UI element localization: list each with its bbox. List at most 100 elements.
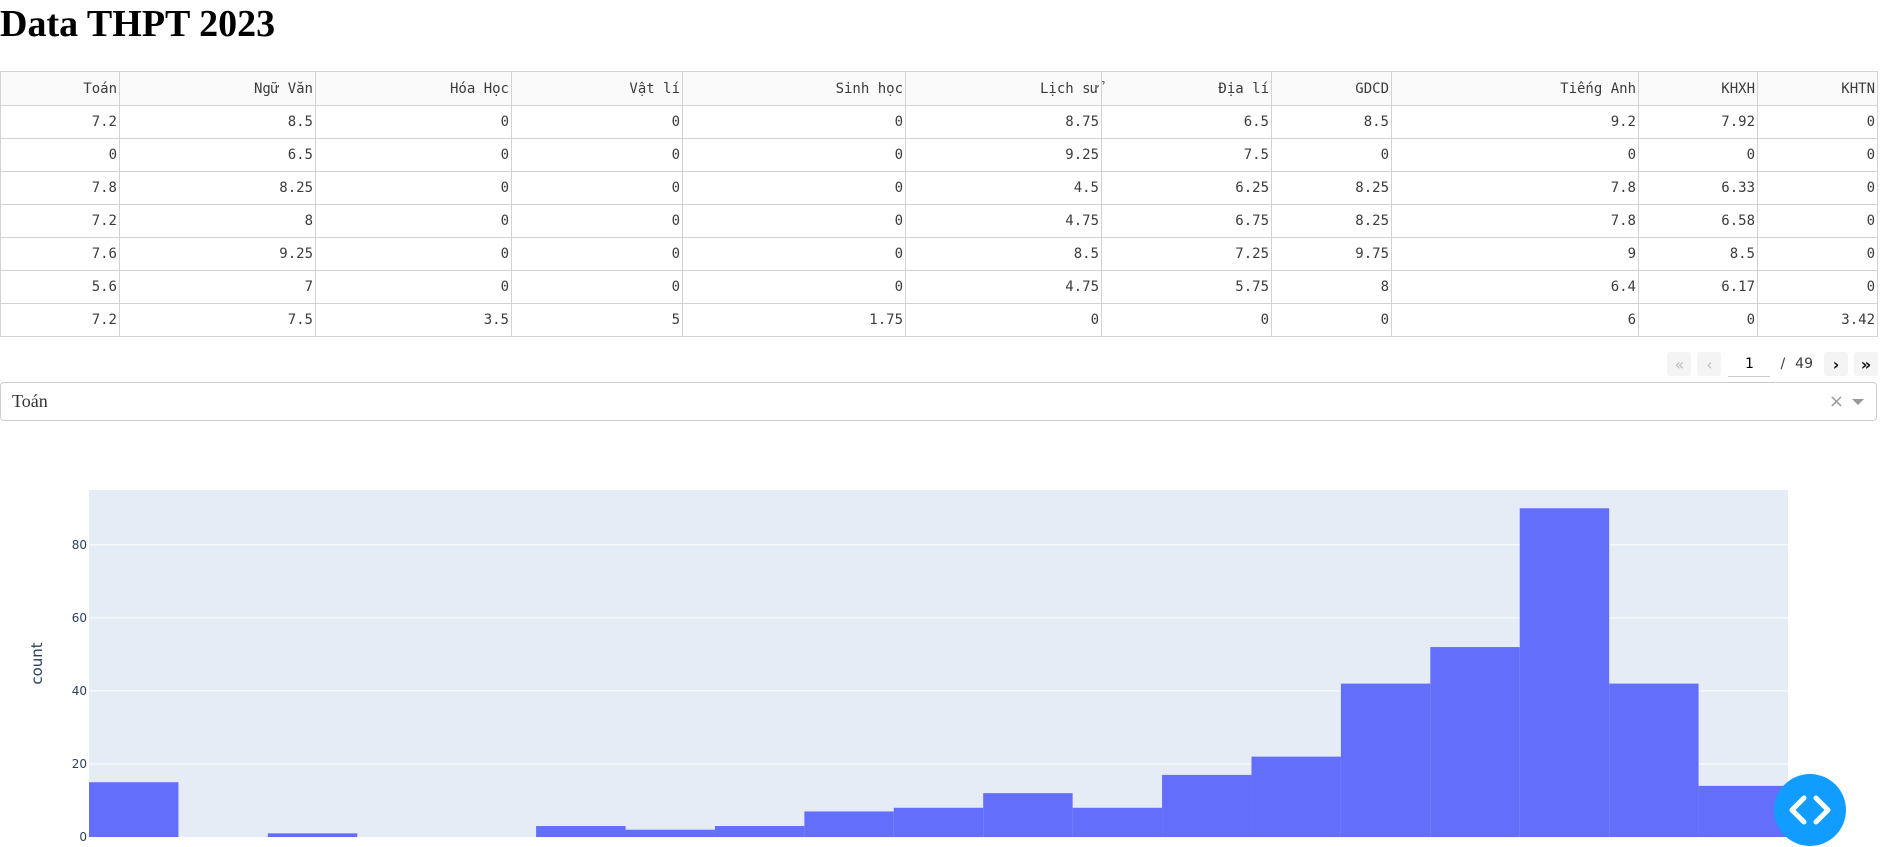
table-cell[interactable]: 0: [1757, 138, 1878, 172]
table-cell[interactable]: 7.92: [1638, 105, 1758, 139]
previous-page-button[interactable]: ‹: [1697, 352, 1722, 376]
table-cell[interactable]: 7.6: [0, 237, 120, 271]
column-header[interactable]: KHTN: [1757, 71, 1878, 106]
histogram-bar[interactable]: [983, 793, 1073, 837]
table-cell[interactable]: 9.75: [1271, 237, 1392, 271]
table-cell[interactable]: 9.25: [119, 237, 316, 271]
column-header[interactable]: Sinh học: [682, 71, 906, 106]
table-cell[interactable]: 6.17: [1638, 270, 1758, 304]
histogram-bar[interactable]: [1340, 683, 1431, 837]
table-cell[interactable]: 8: [1271, 270, 1392, 304]
table-cell[interactable]: 0: [315, 270, 512, 304]
column-header[interactable]: Toán: [0, 71, 120, 106]
table-cell[interactable]: 6.5: [119, 138, 316, 172]
table-cell[interactable]: 0: [1271, 303, 1392, 337]
table-cell[interactable]: 0: [315, 237, 512, 271]
table-cell[interactable]: 6.75: [1101, 204, 1272, 238]
page-number-input[interactable]: [1728, 351, 1771, 377]
histogram-bar[interactable]: [625, 829, 715, 837]
table-cell[interactable]: 0: [682, 204, 906, 238]
code-toggle-button[interactable]: [1774, 774, 1846, 846]
table-cell[interactable]: 8.25: [1271, 204, 1392, 238]
table-cell[interactable]: 0: [0, 138, 120, 172]
table-cell[interactable]: 9.2: [1391, 105, 1639, 139]
column-header[interactable]: Ngữ Văn: [119, 71, 316, 106]
table-cell[interactable]: 0: [315, 105, 512, 139]
table-cell[interactable]: 9: [1391, 237, 1639, 271]
table-cell[interactable]: 0: [905, 303, 1102, 337]
histogram-bar[interactable]: [1251, 756, 1341, 837]
chevron-down-icon[interactable]: [1852, 398, 1864, 405]
table-cell[interactable]: 5.75: [1101, 270, 1272, 304]
table-cell[interactable]: 6.58: [1638, 204, 1758, 238]
table-cell[interactable]: 8.5: [1638, 237, 1758, 271]
histogram-bar[interactable]: [89, 782, 179, 837]
table-cell[interactable]: 3.5: [315, 303, 512, 337]
table-cell[interactable]: 8.5: [119, 105, 316, 139]
table-cell[interactable]: 0: [1757, 105, 1878, 139]
table-cell[interactable]: 0: [511, 138, 683, 172]
table-cell[interactable]: 1.75: [682, 303, 906, 337]
table-cell[interactable]: 7.8: [1391, 171, 1639, 205]
table-cell[interactable]: 0: [511, 270, 683, 304]
table-cell[interactable]: 0: [315, 204, 512, 238]
table-cell[interactable]: 0: [682, 237, 906, 271]
table-cell[interactable]: 7.5: [119, 303, 316, 337]
table-cell[interactable]: 0: [1757, 171, 1878, 205]
table-cell[interactable]: 8.5: [905, 237, 1102, 271]
column-header[interactable]: Lịch sử: [905, 71, 1102, 106]
table-cell[interactable]: 0: [1638, 138, 1758, 172]
table-cell[interactable]: 6: [1391, 303, 1639, 337]
table-cell[interactable]: 7.8: [0, 171, 120, 205]
table-cell[interactable]: 4.5: [905, 171, 1102, 205]
column-header[interactable]: Vật lí: [511, 71, 683, 106]
table-cell[interactable]: 7.5: [1101, 138, 1272, 172]
column-header[interactable]: Địa lí: [1101, 71, 1272, 106]
table-cell[interactable]: 0: [1757, 270, 1878, 304]
next-page-button[interactable]: ›: [1824, 352, 1848, 376]
last-page-button[interactable]: »: [1854, 352, 1878, 376]
column-header[interactable]: Tiếng Anh: [1391, 71, 1639, 106]
table-cell[interactable]: 6.25: [1101, 171, 1272, 205]
table-cell[interactable]: 7.2: [0, 303, 120, 337]
table-cell[interactable]: 3.42: [1757, 303, 1878, 337]
table-cell[interactable]: 0: [511, 105, 683, 139]
histogram-bar[interactable]: [1162, 774, 1252, 837]
histogram-bar[interactable]: [1430, 647, 1520, 837]
table-cell[interactable]: 7.25: [1101, 237, 1272, 271]
table-cell[interactable]: 0: [315, 171, 512, 205]
table-cell[interactable]: 0: [682, 171, 906, 205]
table-cell[interactable]: 6.5: [1101, 105, 1272, 139]
table-cell[interactable]: 7.8: [1391, 204, 1639, 238]
table-cell[interactable]: 9.25: [905, 138, 1102, 172]
column-header[interactable]: Hóa Học: [315, 71, 512, 106]
table-cell[interactable]: 7: [119, 270, 316, 304]
first-page-button[interactable]: «: [1667, 352, 1692, 376]
histogram-bar[interactable]: [536, 826, 626, 837]
column-header[interactable]: GDCD: [1271, 71, 1392, 106]
table-cell[interactable]: 5: [511, 303, 683, 337]
table-cell[interactable]: 0: [315, 138, 512, 172]
subject-dropdown[interactable]: Toán ×: [0, 382, 1877, 421]
histogram-bar[interactable]: [893, 807, 984, 837]
table-cell[interactable]: 7.2: [0, 105, 120, 139]
table-cell[interactable]: 0: [1757, 204, 1878, 238]
table-cell[interactable]: 0: [511, 171, 683, 205]
table-cell[interactable]: 8.5: [1271, 105, 1392, 139]
clear-icon[interactable]: ×: [1829, 391, 1844, 412]
table-cell[interactable]: 0: [1757, 237, 1878, 271]
table-cell[interactable]: 5.6: [0, 270, 120, 304]
table-cell[interactable]: 0: [1271, 138, 1392, 172]
table-cell[interactable]: 8.25: [119, 171, 316, 205]
histogram-bar[interactable]: [714, 826, 805, 837]
table-cell[interactable]: 8.75: [905, 105, 1102, 139]
table-cell[interactable]: 7.2: [0, 204, 120, 238]
table-cell[interactable]: 8: [119, 204, 316, 238]
table-cell[interactable]: 0: [1638, 303, 1758, 337]
column-header[interactable]: KHXH: [1638, 71, 1758, 106]
table-cell[interactable]: 0: [682, 105, 906, 139]
histogram-bar[interactable]: [1609, 683, 1699, 837]
histogram-bar[interactable]: [267, 833, 358, 837]
table-cell[interactable]: 4.75: [905, 204, 1102, 238]
table-cell[interactable]: 0: [1101, 303, 1272, 337]
